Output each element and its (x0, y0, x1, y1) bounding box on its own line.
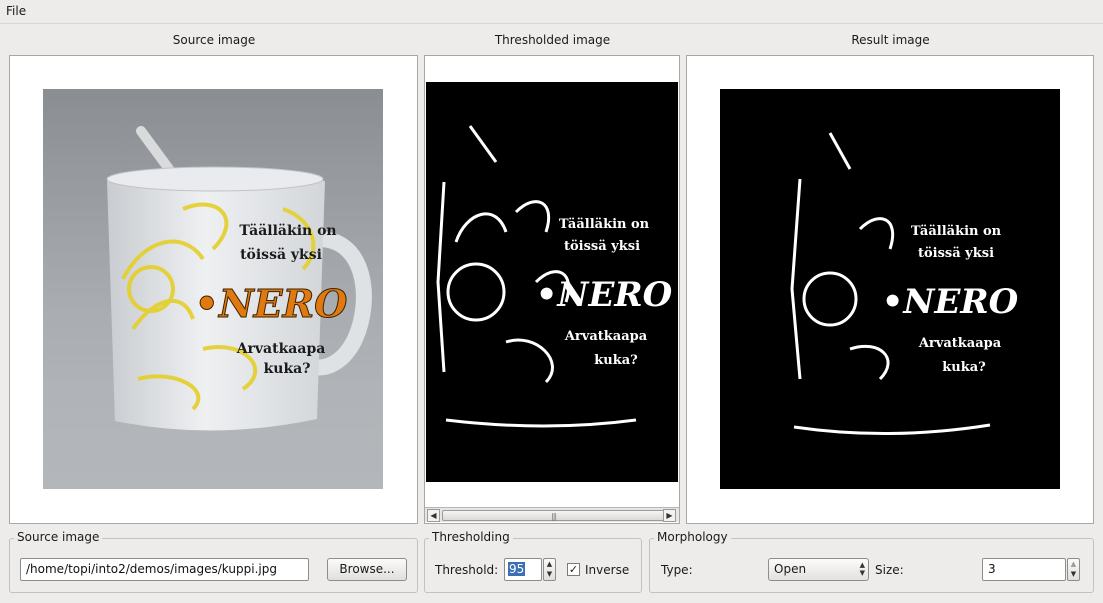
browse-button[interactable]: Browse... (327, 558, 407, 581)
thresholded-image: Täälläkin on töissä yksi •NERO Arvatkaap… (426, 82, 678, 482)
spin-down-icon[interactable]: ▼ (1068, 569, 1079, 579)
mug-brand-text: •NERO (195, 281, 348, 326)
inverse-checkbox[interactable]: ✓ (567, 563, 580, 576)
check-icon: ✓ (568, 563, 579, 576)
result-text-line1: Täälläkin on (911, 224, 1002, 239)
horizontal-scrollbar[interactable]: ◀ ||| ▶ (425, 507, 679, 522)
mug-text-line1: Täälläkin on (239, 223, 336, 239)
morphology-group-title: Morphology (654, 530, 731, 544)
thresholding-group-title: Thresholding (429, 530, 513, 544)
threshold-value: 95 (508, 562, 526, 576)
source-image-view: Täälläkin on töissä yksi •NERO Arvatkaap… (9, 55, 418, 524)
menu-bar: File (0, 0, 1103, 24)
morphology-type-combo[interactable]: Open ▲ ▼ (768, 558, 869, 581)
spin-up-icon[interactable]: ▲ (1068, 559, 1079, 569)
scroll-thumb[interactable]: ||| (442, 510, 670, 521)
inverse-label[interactable]: Inverse (585, 563, 629, 577)
threshold-brand-text: •NERO (536, 275, 673, 315)
mug-text-line3: Arvatkaapa (236, 341, 326, 357)
threshold-text-line1: Täälläkin on (559, 217, 650, 232)
spin-up-icon[interactable]: ▲ (544, 559, 555, 569)
threshold-text-line3: Arvatkaapa (564, 329, 648, 344)
size-label: Size: (875, 563, 904, 577)
result-image: Täälläkin on töissä yksi •NERO Arvatkaap… (720, 89, 1060, 489)
result-brand-text: •NERO (882, 282, 1019, 322)
threshold-spin-buttons[interactable]: ▲ ▼ (543, 558, 556, 581)
spin-down-icon[interactable]: ▼ (544, 569, 555, 579)
scroll-left-icon[interactable]: ◀ (427, 509, 440, 522)
mug-text-line4: kuka? (264, 361, 311, 377)
threshold-text-line2: töissä yksi (564, 239, 640, 254)
source-group-title: Source image (14, 530, 103, 544)
threshold-spinbox[interactable]: 95 (504, 558, 542, 581)
thresholded-image-view: Täälläkin on töissä yksi •NERO Arvatkaap… (424, 55, 680, 524)
source-path-input[interactable]: /home/topi/into2/demos/images/kuppi.jpg (20, 558, 309, 581)
result-text-line4: kuka? (942, 360, 986, 375)
size-spin-buttons[interactable]: ▲ ▼ (1067, 558, 1080, 581)
threshold-text-line4: kuka? (594, 353, 638, 368)
result-image-title: Result image (851, 33, 930, 47)
source-photo: Täälläkin on töissä yksi •NERO Arvatkaap… (43, 89, 383, 489)
source-image-title: Source image (172, 33, 256, 47)
scroll-right-icon[interactable]: ▶ (663, 509, 676, 522)
threshold-label: Threshold: (435, 563, 499, 577)
size-spinbox[interactable]: 3 (982, 558, 1066, 581)
menu-file[interactable]: File (6, 4, 26, 18)
type-label: Type: (661, 563, 693, 577)
thresholded-image-title: Thresholded image (494, 33, 611, 47)
combo-arrows-icon: ▲ ▼ (859, 561, 865, 577)
mug-text-line2: töissä yksi (240, 247, 322, 263)
morphology-type-value: Open (774, 562, 807, 576)
result-text-line3: Arvatkaapa (918, 336, 1002, 351)
result-image-view: Täälläkin on töissä yksi •NERO Arvatkaap… (686, 55, 1094, 524)
result-text-line2: töissä yksi (918, 246, 994, 261)
